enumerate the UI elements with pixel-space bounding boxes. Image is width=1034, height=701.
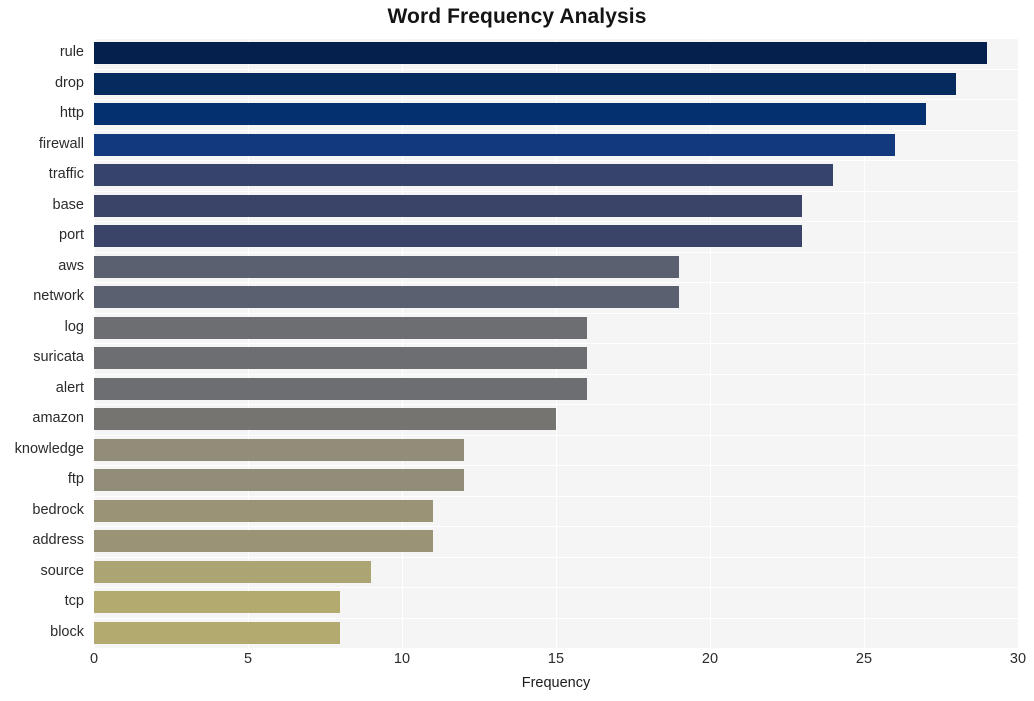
y-axis-tick-label: port bbox=[59, 227, 84, 244]
bar bbox=[94, 530, 433, 553]
x-axis-tick-label: 5 bbox=[243, 651, 253, 667]
gridline-horizontal bbox=[94, 252, 1018, 253]
gridline-horizontal bbox=[94, 648, 1018, 649]
x-axis-label: Frequency bbox=[521, 675, 591, 691]
y-axis-tick-label: network bbox=[33, 288, 84, 305]
y-axis-tick-label: http bbox=[59, 105, 84, 122]
gridline-horizontal bbox=[94, 435, 1018, 436]
bar bbox=[94, 286, 680, 309]
gridline-horizontal bbox=[94, 99, 1018, 100]
gridline-horizontal bbox=[94, 618, 1018, 619]
y-axis-tick-label: suricata bbox=[33, 349, 84, 366]
y-axis-tick-label: source bbox=[40, 562, 84, 579]
gridline-horizontal bbox=[94, 343, 1018, 344]
gridline-horizontal bbox=[94, 313, 1018, 314]
y-axis-tick-label: rule bbox=[59, 44, 84, 61]
chart-figure: Word Frequency Analysis rule drop http fire… bbox=[0, 0, 1034, 701]
bar bbox=[94, 377, 587, 400]
y-axis-tick-label: bedrock bbox=[32, 501, 84, 518]
y-axis-tick-label: drop bbox=[54, 74, 84, 91]
gridline-horizontal bbox=[94, 221, 1018, 222]
bar bbox=[94, 499, 433, 522]
gridline-horizontal bbox=[94, 191, 1018, 192]
bar bbox=[94, 194, 803, 217]
y-axis-tick-label: aws bbox=[58, 257, 84, 274]
gridline-horizontal bbox=[94, 69, 1018, 70]
bar bbox=[94, 560, 372, 583]
y-axis-tick-label: firewall bbox=[38, 135, 84, 152]
gridline-vertical bbox=[1018, 38, 1019, 648]
gridline-horizontal bbox=[94, 160, 1018, 161]
bar bbox=[94, 438, 464, 461]
gridline-horizontal bbox=[94, 587, 1018, 588]
bar bbox=[94, 225, 803, 248]
y-axis-tick-label: block bbox=[50, 623, 84, 640]
y-axis-tick-label: traffic bbox=[48, 166, 84, 183]
bar bbox=[94, 72, 957, 95]
gridline-horizontal bbox=[94, 557, 1018, 558]
x-axis-tick-label: 25 bbox=[855, 651, 873, 667]
gridline-horizontal bbox=[94, 496, 1018, 497]
y-axis-tick-label: amazon bbox=[32, 410, 84, 427]
y-axis-tick-label: tcp bbox=[64, 593, 84, 610]
plot-area bbox=[94, 38, 1019, 649]
x-axis-tick-label: 10 bbox=[393, 651, 411, 667]
x-axis-tick-label: 15 bbox=[547, 651, 565, 667]
gridline-horizontal bbox=[94, 374, 1018, 375]
bar bbox=[94, 591, 341, 614]
bar bbox=[94, 347, 587, 370]
bar bbox=[94, 469, 464, 492]
gridline-horizontal bbox=[94, 465, 1018, 466]
bar bbox=[94, 316, 587, 339]
bar bbox=[94, 621, 341, 644]
x-axis-tick-label: 30 bbox=[1009, 651, 1027, 667]
bar bbox=[94, 133, 895, 156]
y-axis-tick-label: alert bbox=[55, 379, 84, 396]
gridline-horizontal bbox=[94, 404, 1018, 405]
gridline-horizontal bbox=[94, 526, 1018, 527]
x-axis-tick-label: 0 bbox=[89, 651, 99, 667]
gridline-horizontal bbox=[94, 282, 1018, 283]
bar bbox=[94, 103, 926, 126]
bar bbox=[94, 255, 680, 278]
y-axis-tick-label: log bbox=[64, 318, 84, 335]
y-axis-tick-label: knowledge bbox=[14, 440, 84, 457]
x-axis-tick-label: 20 bbox=[701, 651, 719, 667]
bar bbox=[94, 408, 556, 431]
y-axis-tick-label: ftp bbox=[67, 471, 84, 488]
bar bbox=[94, 164, 834, 187]
y-axis-tick-label: address bbox=[32, 532, 84, 549]
y-axis-tick-label: base bbox=[52, 196, 84, 213]
chart-title: Word Frequency Analysis bbox=[387, 5, 647, 28]
bar bbox=[94, 42, 988, 65]
gridline-horizontal bbox=[94, 130, 1018, 131]
gridline-horizontal bbox=[94, 38, 1018, 39]
